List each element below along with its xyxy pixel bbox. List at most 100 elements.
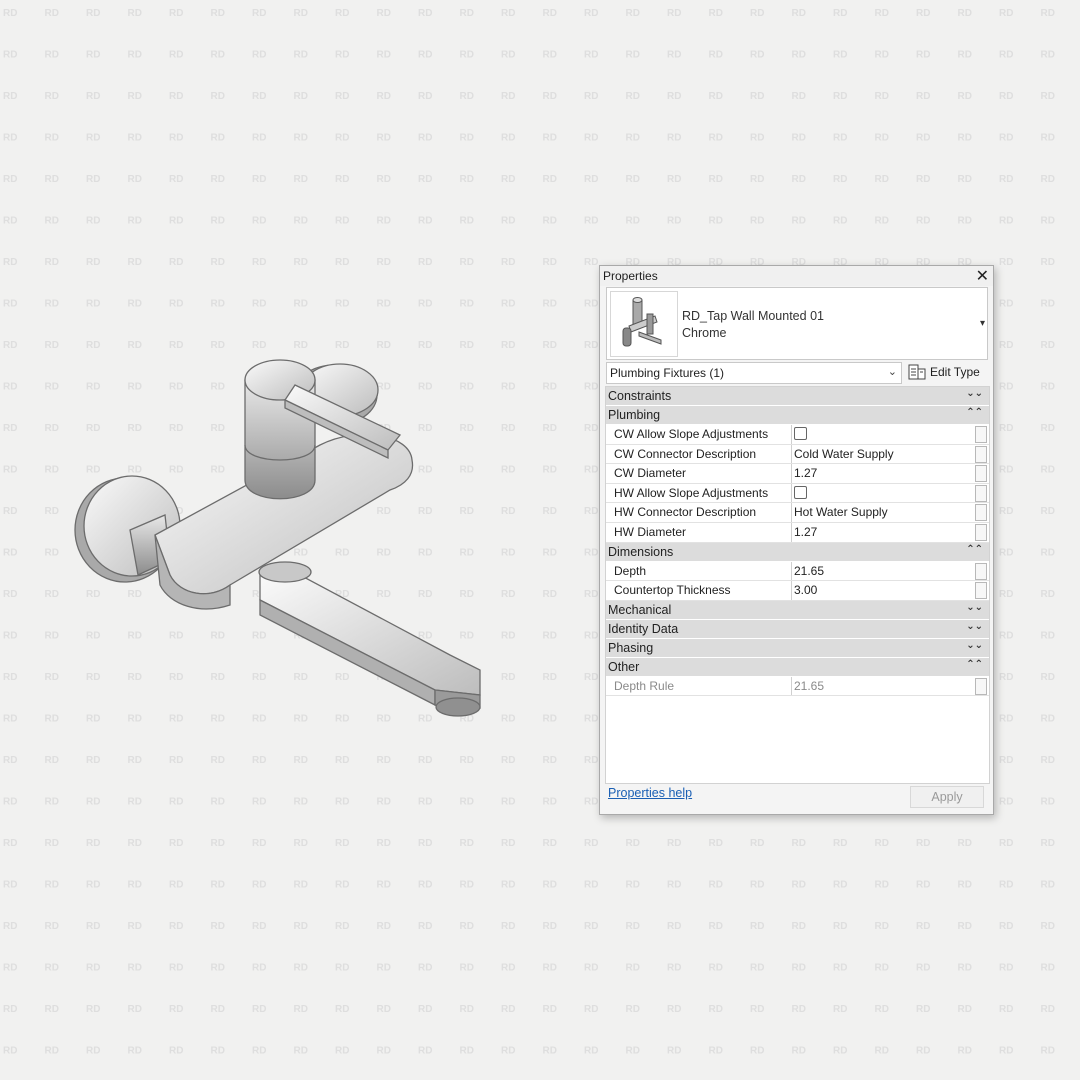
watermark-text: RD <box>667 8 681 19</box>
associate-parameter-button[interactable] <box>975 562 987 580</box>
chevron-down-icon[interactable]: ▾ <box>980 318 985 329</box>
watermark-text: RD <box>584 299 598 310</box>
watermark-text: RD <box>86 797 100 808</box>
group-mechanical[interactable]: Mechanical ⌄⌄ <box>606 600 989 619</box>
checkbox[interactable] <box>794 485 807 499</box>
checkbox[interactable] <box>794 427 807 440</box>
watermark-text: RD <box>709 91 723 102</box>
expand-icon[interactable]: ⌄⌄ <box>966 640 983 651</box>
watermark-text: RD <box>169 216 183 227</box>
associate-parameter-button[interactable] <box>975 504 987 522</box>
watermark-text: RD <box>252 133 266 144</box>
property-row: Depth 21.65 <box>606 561 989 582</box>
watermark-text: RD <box>1041 755 1055 766</box>
watermark-text: RD <box>792 838 806 849</box>
group-identity-data[interactable]: Identity Data ⌄⌄ <box>606 619 989 638</box>
associate-parameter-button[interactable] <box>975 445 987 463</box>
property-name: CW Connector Description <box>614 446 757 461</box>
watermark-text: RD <box>460 1004 474 1015</box>
property-value-cell[interactable]: 21.65 <box>792 562 972 581</box>
group-label: Mechanical <box>608 602 672 617</box>
category-filter-dropdown[interactable]: Plumbing Fixtures (1) ⌄ <box>606 362 902 384</box>
watermark-text: RD <box>543 216 557 227</box>
type-selector[interactable]: RD_Tap Wall Mounted 01 Chrome ▾ <box>606 287 988 360</box>
watermark-text: RD <box>999 8 1013 19</box>
watermark-text: RD <box>916 880 930 891</box>
expand-icon[interactable]: ⌄⌄ <box>966 621 983 632</box>
watermark-text: RD <box>1041 506 1055 517</box>
watermark-text: RD <box>584 257 598 268</box>
watermark-text: RD <box>3 1046 17 1057</box>
associate-parameter-button[interactable] <box>975 465 987 483</box>
watermark-text: RD <box>418 921 432 932</box>
watermark-text: RD <box>45 423 59 434</box>
watermark-text: RD <box>169 50 183 61</box>
watermark-text: RD <box>792 174 806 185</box>
watermark-text: RD <box>3 880 17 891</box>
property-value[interactable]: 3.00 <box>794 583 817 597</box>
watermark-text: RD <box>86 838 100 849</box>
associate-parameter-button[interactable] <box>975 582 987 600</box>
associate-parameter-button[interactable] <box>975 484 987 502</box>
watermark-text: RD <box>252 216 266 227</box>
watermark-text: RD <box>1041 672 1055 683</box>
expand-icon[interactable]: ⌄⌄ <box>966 388 983 399</box>
watermark-text: RD <box>335 880 349 891</box>
property-value-cell[interactable]: Cold Water Supply <box>792 445 972 464</box>
watermark-text: RD <box>252 797 266 808</box>
watermark-text: RD <box>750 921 764 932</box>
property-value[interactable]: Hot Water Supply <box>794 505 888 519</box>
associate-parameter-button[interactable] <box>975 426 987 443</box>
property-value-cell[interactable] <box>792 484 972 503</box>
group-constraints[interactable]: Constraints ⌄⌄ <box>606 387 989 405</box>
watermark-text: RD <box>45 589 59 600</box>
close-icon[interactable]: ✕ <box>976 266 989 286</box>
properties-title: Properties <box>603 269 658 283</box>
properties-help-link[interactable]: Properties help <box>608 786 692 800</box>
group-dimensions[interactable]: Dimensions ⌃⌃ <box>606 542 989 561</box>
property-row: CW Connector Description Cold Water Suppl… <box>606 444 989 465</box>
collapse-icon[interactable]: ⌃⌃ <box>966 544 983 555</box>
watermark-text: RD <box>169 921 183 932</box>
watermark-text: RD <box>916 963 930 974</box>
expand-icon[interactable]: ⌄⌄ <box>966 602 983 613</box>
watermark-text: RD <box>958 8 972 19</box>
property-value[interactable]: 1.27 <box>794 525 817 539</box>
watermark-text: RD <box>377 299 391 310</box>
watermark-text: RD <box>128 216 142 227</box>
property-value-cell[interactable]: 1.27 <box>792 464 972 483</box>
property-value-cell[interactable]: 3.00 <box>792 581 972 600</box>
collapse-icon[interactable]: ⌃⌃ <box>966 407 983 418</box>
property-value-cell[interactable]: 1.27 <box>792 523 972 542</box>
watermark-text: RD <box>667 1004 681 1015</box>
group-label: Identity Data <box>608 621 679 636</box>
associate-parameter-button[interactable] <box>975 523 987 541</box>
watermark-text: RD <box>999 340 1013 351</box>
watermark-text: RD <box>501 1046 515 1057</box>
watermark-text: RD <box>294 838 308 849</box>
associate-parameter-button[interactable] <box>975 677 987 695</box>
watermark-text: RD <box>501 631 515 642</box>
watermark-text: RD <box>335 755 349 766</box>
property-value-cell[interactable] <box>792 425 972 444</box>
watermark-text: RD <box>128 50 142 61</box>
collapse-icon[interactable]: ⌃⌃ <box>966 659 983 670</box>
watermark-text: RD <box>543 506 557 517</box>
group-plumbing[interactable]: Plumbing ⌃⌃ <box>606 406 989 424</box>
property-value-cell[interactable]: Hot Water Supply <box>792 503 972 522</box>
watermark-text: RD <box>501 921 515 932</box>
watermark-text: RD <box>501 714 515 725</box>
watermark-text: RD <box>335 838 349 849</box>
property-value[interactable]: 1.27 <box>794 466 817 480</box>
watermark-text: RD <box>875 174 889 185</box>
property-value[interactable]: 21.65 <box>794 564 824 578</box>
watermark-text: RD <box>3 506 17 517</box>
property-value[interactable]: Cold Water Supply <box>794 447 894 461</box>
property-name-cell: HW Allow Slope Adjustments <box>606 483 792 503</box>
group-phasing[interactable]: Phasing ⌄⌄ <box>606 638 989 657</box>
group-other[interactable]: Other ⌃⌃ <box>606 657 989 676</box>
watermark-text: RD <box>543 963 557 974</box>
apply-button[interactable]: Apply <box>910 786 984 808</box>
watermark-text: RD <box>460 216 474 227</box>
watermark-text: RD <box>667 838 681 849</box>
